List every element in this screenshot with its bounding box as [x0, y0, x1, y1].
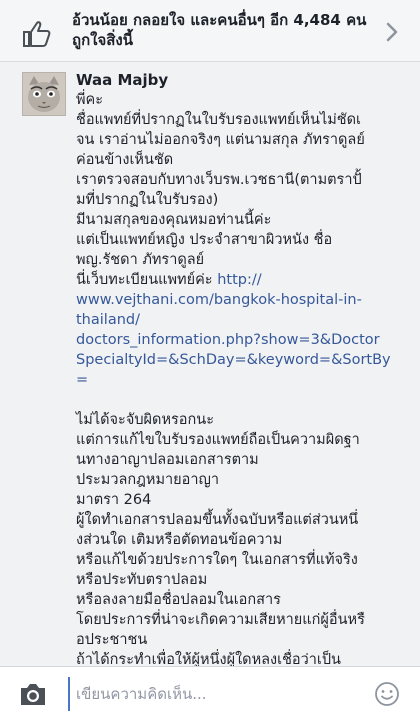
comment-line: ผู้ใดทำเอกสารปลอมขึ้นทั้งฉบับหรือแต่ส่วน… [76, 512, 359, 528]
doctor-registry-link[interactable]: SpecialtyId=&SchDay=&keyword=&SortBy [76, 350, 406, 370]
comment-line: พญ.รัชดา ภัทราดูลย์ [76, 252, 205, 268]
likes-summary-text[interactable]: อ้วนน้อย กลอยใจ และคนอื่นๆ อีก 4,484 คนถ… [72, 10, 372, 50]
comment-line: เราตรวจสอบกับทางเว็บรพ.เวชธานี(ตามตราปั้ [76, 172, 362, 188]
comment-line: แต่การแก้ไขใบรับรองแพทย์ถือเป็นความผิดฐา [76, 432, 360, 448]
doctor-registry-link[interactable]: http:// [217, 272, 261, 288]
avatar[interactable] [22, 72, 66, 116]
comment-line: มีนามสกุลของคุณหมอท่านนี้ค่ะ [76, 212, 272, 228]
likes-summary-bar[interactable]: อ้วนน้อย กลอยใจ และคนอื่นๆ อีก 4,484 คนถ… [0, 0, 420, 62]
comment-blank-line [76, 390, 406, 410]
comment-line: งส่วนใด เติมหรือตัดทอนข้อความ [76, 532, 283, 548]
cat-avatar-image [23, 73, 65, 115]
comment-line: มาตรา 264 [76, 492, 152, 508]
comment-line-text: นี่เว็บทะเบียนแพทย์ค่ะ [76, 272, 218, 288]
comment-line: อประชาชน [76, 632, 148, 648]
comment-line: พี่คะ [76, 92, 104, 108]
comment-author[interactable]: Waa Majby [76, 70, 168, 90]
comment-line: หรือลงลายมือชื่อปลอมในเอกสาร [76, 592, 281, 608]
comment-line: นทางอาญาปลอมเอกสารตาม [76, 452, 259, 468]
comment-line: มที่ปรากฏในใบรับรอง) [76, 192, 219, 208]
comment-line-with-link: นี่เว็บทะเบียนแพทย์ค่ะ http:// [76, 270, 406, 290]
comment-line: ไม่ได้จะจับผิดหรอกนะ [76, 412, 214, 428]
comment-line: จน เราอ่านไม่ออกจริงๆ แต่นามสกุล ภัทราดู… [76, 132, 365, 148]
doctor-registry-link[interactable]: doctors_information.php?show=3&Doctor [76, 330, 406, 350]
comment: Waa Majby พี่คะ ชื่อแพทย์ที่ปรากฏในใบรับ… [0, 62, 420, 666]
comment-line: ถ้าได้กระทำเพื่อให้ผู้หนึ่งผู้ใดหลงเชื่อ… [76, 652, 341, 666]
doctor-registry-link[interactable]: www.vejthani.com/bangkok-hospital-in- [76, 290, 406, 310]
comment-line: โดยประการที่น่าจะเกิดความเสียหายแก่ผู้อื… [76, 612, 365, 628]
doctor-registry-link[interactable]: = [76, 370, 406, 390]
comment-line: ค่อนข้างเห็นชัด [76, 152, 174, 168]
camera-icon[interactable] [18, 681, 48, 707]
comment-line: หรือแก้ไขด้วยประการใดๆ ในเอกสารที่แท้จริ… [76, 552, 358, 568]
comment-line: แต่เป็นแพทย์หญิง ประจำสาขาผิวหนัง ชื่อ [76, 232, 333, 248]
comment-line: ประมวลกฎหมายอาญา [76, 472, 219, 488]
comment-line: หรือประทับตราปลอม [76, 572, 208, 588]
thumbs-up-icon [23, 21, 51, 47]
smiley-icon[interactable] [374, 681, 400, 707]
comment-composer [0, 666, 420, 720]
comment-body: พี่คะ ชื่อแพทย์ที่ปรากฏในใบรับรองแพทย์เห… [76, 90, 406, 666]
doctor-registry-link[interactable]: thailand/ [76, 310, 406, 330]
comment-line: ชื่อแพทย์ที่ปรากฏในใบรับรองแพทย์เห็นไม่ช… [76, 112, 362, 128]
comment-input[interactable] [68, 677, 358, 711]
chevron-right-icon[interactable] [386, 22, 398, 42]
